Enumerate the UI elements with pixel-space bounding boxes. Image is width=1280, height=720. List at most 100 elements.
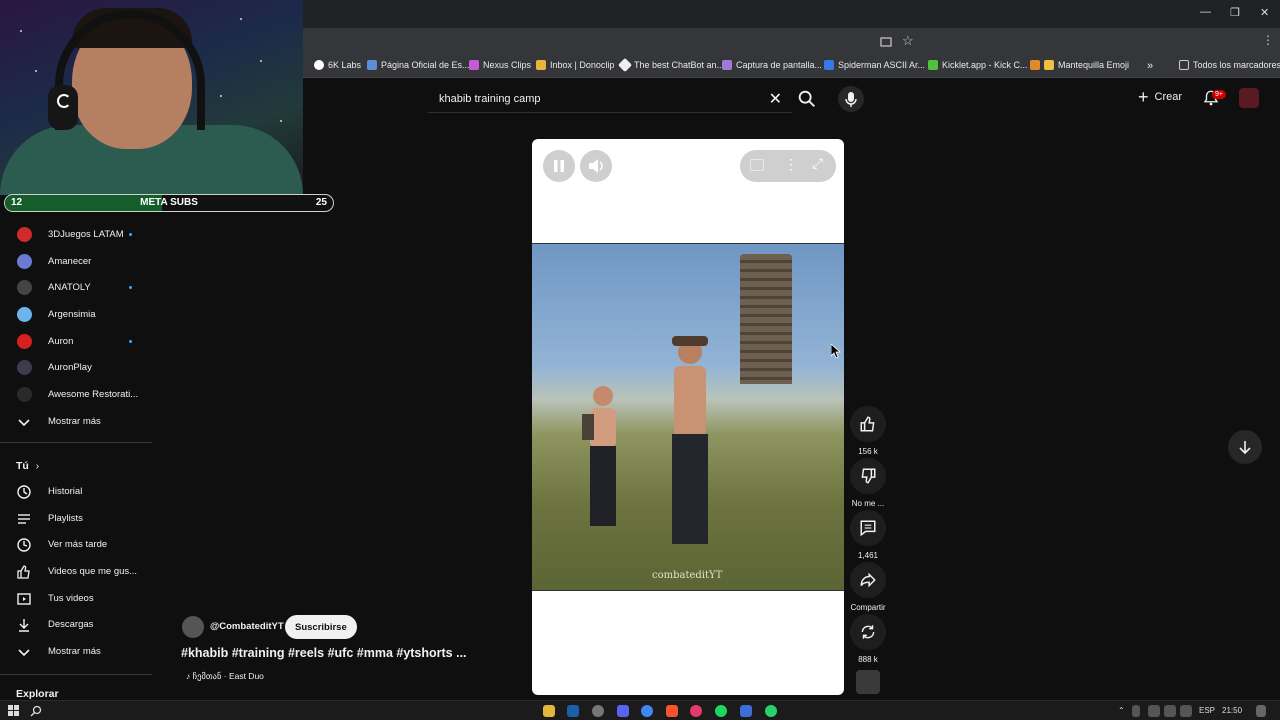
share-action[interactable]: Compartir [848, 562, 888, 612]
folder-icon [1179, 60, 1189, 70]
bookmark-favicon-icon [367, 60, 377, 70]
channel-name[interactable]: @CombateditYT [210, 621, 284, 632]
bookmark-item[interactable]: Mantequilla Emoji [1030, 60, 1129, 70]
taskbar-search-icon[interactable] [30, 705, 42, 717]
remix-action[interactable]: 888 k [848, 614, 888, 664]
network-icon[interactable] [1164, 705, 1176, 717]
show-more-label: Mostrar más [48, 646, 101, 657]
subscribe-button[interactable]: Suscribirse [285, 615, 357, 639]
like-button[interactable] [850, 406, 886, 442]
more-options-icon[interactable]: ⋮ [784, 156, 798, 173]
channel-avatar [17, 307, 32, 322]
all-bookmarks-folder[interactable]: Todos los marcadores [1179, 60, 1280, 70]
shorts-player[interactable]: ⋮ ⤢ combateditYT [532, 139, 844, 695]
captions-icon[interactable] [750, 159, 764, 171]
taskbar-app-icon[interactable] [740, 705, 752, 717]
account-avatar[interactable] [1239, 88, 1259, 108]
short-title[interactable]: #khabib #training #reels #ufc #mma #ytsh… [181, 646, 467, 660]
tray-app-icon[interactable] [1148, 705, 1160, 717]
bookmark-item[interactable]: The best ChatBot an... [617, 57, 725, 73]
remix-button[interactable] [850, 614, 886, 650]
sidebar-subscription-item[interactable]: Awesome Restorati... [0, 382, 152, 408]
dislike-action[interactable]: No me ... [848, 458, 888, 508]
bookmark-item[interactable]: Página Oficial de Es... [367, 60, 470, 70]
stone-tower [740, 254, 792, 384]
more-bookmarks-button[interactable]: » [1147, 60, 1153, 72]
channel-avatar[interactable] [182, 616, 204, 638]
music-track-label: ჩემთან · East Duo [192, 671, 264, 681]
pause-button[interactable] [543, 150, 575, 182]
sidebar-item-playlists[interactable]: Playlists [0, 506, 152, 532]
music-track[interactable]: ♪ ჩემთან · East Duo [186, 671, 264, 682]
taskbar-app-icon[interactable] [592, 705, 604, 717]
minimize-icon[interactable]: — [1200, 6, 1211, 18]
restore-icon[interactable]: ❐ [1230, 6, 1240, 19]
bookmark-favicon-icon [536, 60, 546, 70]
short-video-frame[interactable]: combateditYT [532, 243, 844, 591]
file-explorer-icon[interactable] [543, 705, 555, 717]
bookmark-item[interactable]: Inbox | Donoclip [536, 60, 614, 70]
notification-center-icon[interactable] [1256, 705, 1266, 717]
bookmark-item[interactable]: Captura de pantalla... [722, 60, 822, 70]
dislike-button[interactable] [850, 458, 886, 494]
taskbar-app-icon[interactable] [690, 705, 702, 717]
bookmark-label: The best ChatBot an... [634, 60, 725, 70]
bookmark-item[interactable]: Kicklet.app - Kick C... [928, 60, 1028, 70]
sidebar-subscription-item[interactable]: ANATOLY [0, 275, 152, 301]
create-button[interactable]: + Crear [1138, 88, 1182, 106]
close-window-icon[interactable]: ✕ [1260, 6, 1269, 19]
clock[interactable]: 21:50 [1222, 706, 1242, 715]
bookmark-item[interactable]: Nexus Clips [469, 60, 531, 70]
sidebar-item-liked-videos[interactable]: Videos que me gus... [0, 559, 152, 585]
sidebar-subscription-item[interactable]: Argensimia [0, 302, 152, 328]
brave-icon[interactable] [666, 705, 678, 717]
sidebar-subscription-item[interactable]: Auron [0, 329, 152, 355]
meta-subs-progress: 12 META SUBS 25 [4, 194, 334, 212]
voice-search-button[interactable] [838, 86, 864, 112]
volume-button[interactable] [580, 150, 612, 182]
search-input[interactable]: khabib training camp [439, 93, 541, 105]
like-action[interactable]: 156 k [848, 406, 888, 456]
next-short-button[interactable] [1228, 430, 1262, 464]
share-label: Compartir [850, 603, 886, 612]
microphone-tray-icon[interactable] [1132, 705, 1140, 717]
chrome-icon[interactable] [641, 705, 653, 717]
fullscreen-icon[interactable]: ⤢ [812, 155, 823, 172]
tray-chevron-icon[interactable]: ⌃ [1118, 706, 1125, 715]
share-icon [860, 572, 876, 588]
sidebar-item-watch-later[interactable]: Ver más tarde [0, 532, 152, 558]
spotify-icon[interactable] [715, 705, 727, 717]
channel-name: 3DJuegos LATAM [48, 229, 124, 240]
comment-count: 1,461 [857, 551, 879, 560]
speaker-icon[interactable] [1180, 705, 1192, 717]
whatsapp-icon[interactable] [765, 705, 777, 717]
sidebar-subscription-item[interactable]: Amanecer [0, 249, 152, 275]
browser-menu-icon[interactable]: ⋮ [1262, 33, 1274, 47]
comments-button[interactable] [850, 510, 886, 546]
sidebar-item-downloads[interactable]: Descargas [0, 612, 152, 638]
search-icon[interactable] [796, 88, 818, 110]
bookmark-star-icon[interactable]: ☆ [902, 33, 914, 49]
install-app-icon[interactable] [880, 36, 892, 48]
steam-icon[interactable] [567, 705, 579, 717]
share-button[interactable] [850, 562, 886, 598]
sidebar-show-more-you[interactable]: Mostrar más [0, 639, 152, 665]
bookmark-item[interactable]: Spiderman ASCII Ar... [824, 60, 925, 70]
sidebar-item-history[interactable]: Historial [0, 479, 152, 505]
sidebar-show-more-subscriptions[interactable]: Mostrar más [0, 409, 152, 435]
discord-icon[interactable] [617, 705, 629, 717]
clear-search-icon[interactable]: ✕ [769, 89, 782, 109]
you-section-heading[interactable]: Tú › [16, 460, 39, 472]
bookmark-item[interactable]: 6K Labs [314, 60, 361, 70]
language-indicator[interactable]: ESP [1199, 706, 1215, 715]
remix-count: 888 k [858, 655, 878, 664]
channel-avatar [17, 387, 32, 402]
sidebar-subscription-item[interactable]: AuronPlay [0, 355, 152, 381]
sidebar-item-your-videos[interactable]: Tus videos [0, 586, 152, 612]
audio-track-thumbnail[interactable] [856, 670, 880, 694]
comments-action[interactable]: 1,461 [848, 510, 888, 560]
search-box[interactable]: khabib training camp ✕ [428, 85, 792, 113]
clock-icon [17, 538, 31, 552]
sidebar-subscription-item[interactable]: 3DJuegos LATAM [0, 222, 152, 248]
windows-start-icon[interactable] [8, 705, 20, 717]
